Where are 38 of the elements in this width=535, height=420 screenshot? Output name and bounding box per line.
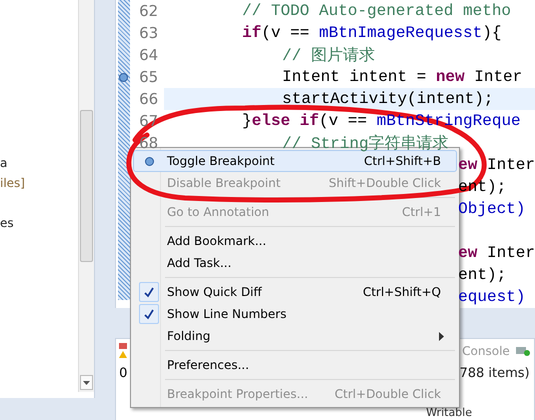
scroll-down-button[interactable]	[80, 375, 94, 390]
breakpoint-icon	[144, 156, 154, 166]
scrollbar[interactable]	[78, 0, 94, 392]
checkmark-icon	[139, 282, 159, 302]
code-line: ew Inter	[458, 244, 535, 262]
line-number: 63	[138, 24, 158, 42]
menu-item[interactable]: Toggle Breakpoint Ctrl+Shift+B	[133, 150, 457, 172]
code-line: Object)	[458, 200, 526, 218]
code-line: equest)	[458, 288, 526, 306]
problem-count: 0	[119, 366, 128, 380]
submenu-arrow-icon	[439, 332, 444, 340]
scrollbar-thumb[interactable]	[80, 110, 94, 262]
caret-icon	[83, 380, 90, 384]
code-line: // TODO Auto-generated metho	[242, 2, 512, 20]
line-number: 66	[138, 90, 158, 108]
code-line: Intent intent = new Inter	[282, 68, 522, 86]
code-line: ent);	[458, 266, 506, 284]
item-count: 788 items)	[459, 366, 530, 380]
menu-item[interactable]: Folding	[133, 325, 457, 347]
menu-item[interactable]: Add Task...	[133, 252, 457, 274]
line-number: 62	[138, 2, 158, 20]
menu-item[interactable]: Show Line Numbers	[133, 303, 457, 325]
checkmark-icon	[139, 304, 159, 324]
line-number: 65	[138, 68, 158, 86]
tree-item[interactable]: iles]	[0, 174, 25, 192]
warning-icon	[118, 342, 128, 360]
menu-item[interactable]: Add Bookmark...	[133, 230, 457, 252]
tree-item[interactable]: es	[0, 214, 14, 232]
console-icon	[516, 346, 530, 356]
code-line: ew Inter	[458, 156, 535, 174]
code-line: if(v == mBtnImageRequesst){	[242, 24, 502, 42]
code-line: startActivity(intent);	[282, 90, 494, 108]
tree-item[interactable]: a	[0, 154, 8, 172]
menu-item[interactable]: Show Quick Diff Ctrl+Shift+Q	[133, 281, 457, 303]
column-header: Writable	[426, 407, 473, 418]
code-line: // 图片请求	[282, 46, 375, 66]
menu-item[interactable]: Preferences...	[133, 354, 457, 376]
line-number: 64	[138, 46, 158, 64]
